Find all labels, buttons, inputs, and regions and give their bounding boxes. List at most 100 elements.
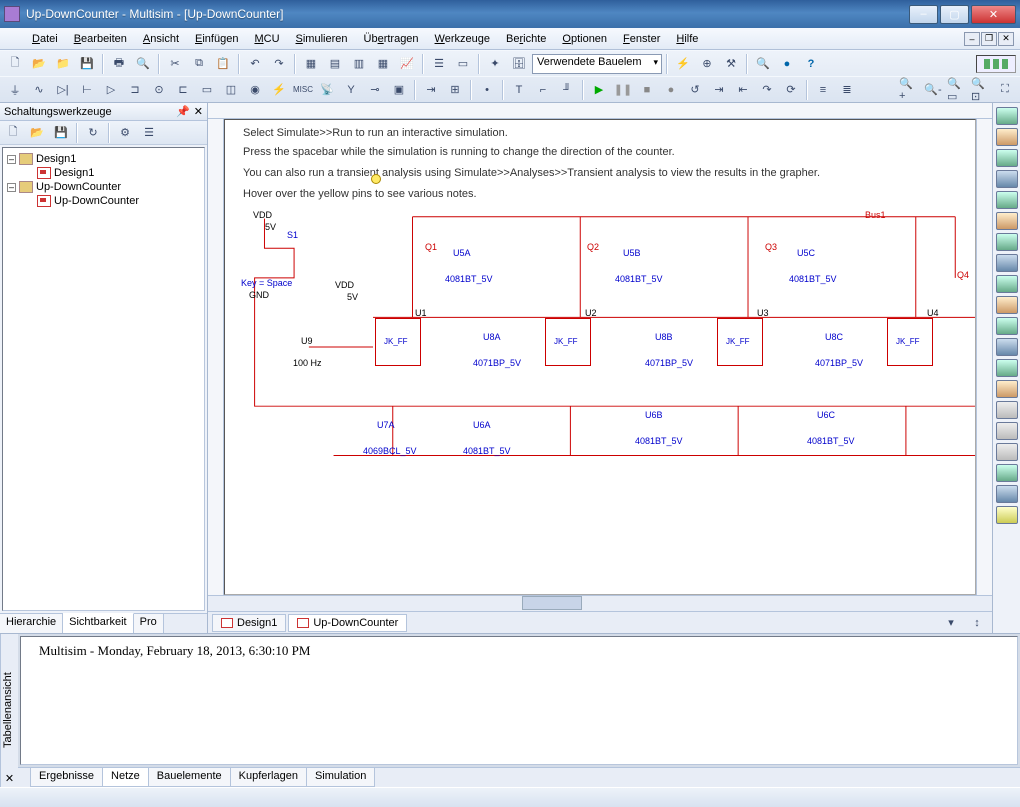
menu-berichte[interactable]: Berichte [498, 31, 554, 47]
menu-fenster[interactable]: Fenster [615, 31, 668, 47]
resistor-icon[interactable]: ∿ [28, 79, 50, 101]
open-folder-icon[interactable]: 📁 [52, 53, 74, 75]
align2-icon[interactable]: ≣ [836, 79, 858, 101]
power-icon[interactable]: ⚡ [268, 79, 290, 101]
close-button[interactable]: ✕ [971, 5, 1016, 24]
tab-netze[interactable]: Netze [102, 768, 149, 787]
tree-design1[interactable]: Design1 [36, 153, 76, 165]
doc-tab-updown[interactable]: Up-DownCounter [288, 614, 407, 632]
component-u4[interactable]: JK_FF [887, 318, 933, 366]
tab-kupferlagen[interactable]: Kupferlagen [230, 768, 307, 787]
step-back-icon[interactable]: ↺ [684, 79, 706, 101]
transistor-icon[interactable]: ⊢ [76, 79, 98, 101]
save2-icon[interactable]: 💾 [50, 122, 72, 144]
pause-icon[interactable]: ❚❚ [612, 79, 634, 101]
menu-datei[interactable]: Datei [24, 31, 66, 47]
instrument-agilent1[interactable] [996, 401, 1018, 419]
conn-icon[interactable]: ⊸ [364, 79, 386, 101]
mdi-minimize[interactable]: – [964, 32, 980, 46]
save-icon[interactable]: 💾 [76, 53, 98, 75]
tree-updown[interactable]: Up-DownCounter [36, 181, 121, 193]
opamp-icon[interactable]: ▷ [100, 79, 122, 101]
menu-hilfe[interactable]: Hilfe [668, 31, 706, 47]
layers-icon[interactable]: ▥ [348, 53, 370, 75]
component-combo[interactable]: Verwendete Bauelem [532, 54, 662, 74]
instrument-logic-conv[interactable] [996, 296, 1018, 314]
tab-bauelemente[interactable]: Bauelemente [148, 768, 231, 787]
redo-icon[interactable]: ↷ [268, 53, 290, 75]
rf-icon[interactable]: 📡 [316, 79, 338, 101]
antenna-icon[interactable]: Y [340, 79, 362, 101]
mixed-icon[interactable]: ◫ [220, 79, 242, 101]
menu-uebertragen[interactable]: Übertragen [356, 31, 427, 47]
list-icon[interactable]: ☰ [428, 53, 450, 75]
ground-icon[interactable]: ⏚ [4, 79, 26, 101]
instrument-spec[interactable] [996, 359, 1018, 377]
component-u2[interactable]: JK_FF [545, 318, 591, 366]
tab-pro[interactable]: Pro [134, 614, 164, 633]
menu-mcu[interactable]: MCU [246, 31, 287, 47]
run-icon[interactable]: ▶ [588, 79, 610, 101]
step3-icon[interactable]: ↷ [756, 79, 778, 101]
prop2-icon[interactable]: ☰ [138, 122, 160, 144]
chip-icon[interactable]: ▭ [452, 53, 474, 75]
scroll-thumb[interactable] [522, 596, 582, 610]
step2-icon[interactable]: ⇤ [732, 79, 754, 101]
tab-simulation[interactable]: Simulation [306, 768, 375, 787]
instrument-logic-analyzer[interactable] [996, 275, 1018, 293]
instrument-iv[interactable] [996, 317, 1018, 335]
instrument-freq[interactable] [996, 233, 1018, 251]
schematic-canvas[interactable]: Select Simulate>>Run to run an interacti… [224, 119, 976, 595]
sheet-icon[interactable]: ▤ [324, 53, 346, 75]
graph-icon[interactable]: 📈 [396, 53, 418, 75]
instrument-scope[interactable] [996, 170, 1018, 188]
mcu-icon[interactable]: ▣ [388, 79, 410, 101]
hier-icon[interactable]: ⊞ [444, 79, 466, 101]
new-icon[interactable]: 🗋 [4, 53, 26, 75]
instrument-net[interactable] [996, 380, 1018, 398]
instrument-current[interactable] [996, 506, 1018, 524]
fullscreen-icon[interactable]: ⛶ [994, 79, 1016, 101]
component-u1[interactable]: JK_FF [375, 318, 421, 366]
step4-icon[interactable]: ⟳ [780, 79, 802, 101]
tree-updown-doc[interactable]: Up-DownCounter [54, 195, 139, 207]
print-preview-icon[interactable]: 🔍 [132, 53, 154, 75]
instrument-agilent2[interactable] [996, 422, 1018, 440]
minimize-button[interactable]: – [909, 5, 938, 24]
zoom-in-icon[interactable]: 🔍+ [898, 79, 920, 101]
misc-icon[interactable]: MISC [292, 79, 314, 101]
mdi-restore[interactable]: ❐ [981, 32, 997, 46]
sidebar-close-icon[interactable]: ✕ [194, 105, 203, 118]
cmos-icon[interactable]: ⊏ [172, 79, 194, 101]
paste-icon[interactable]: 📋 [212, 53, 234, 75]
new-doc-icon[interactable]: 🗋 [2, 122, 24, 144]
copy-icon[interactable]: ⧉ [188, 53, 210, 75]
instrument-wordgen[interactable] [996, 254, 1018, 272]
probe-icon[interactable]: ⚡ [672, 53, 694, 75]
undo-icon[interactable]: ↶ [244, 53, 266, 75]
tree-design1-doc[interactable]: Design1 [54, 167, 94, 179]
text-icon[interactable]: T [508, 79, 530, 101]
doc-tab-design1[interactable]: Design1 [212, 614, 286, 632]
net-icon[interactable]: ╜ [556, 79, 578, 101]
design-tree[interactable]: – Design1 Design1 – Up-DownCounter Up-Do… [2, 147, 205, 611]
print-icon[interactable]: 🖶 [108, 53, 130, 75]
instrument-labview[interactable] [996, 464, 1018, 482]
record-icon[interactable]: ● [660, 79, 682, 101]
instrument-elvis[interactable] [996, 485, 1018, 503]
instrument-fgen[interactable] [996, 128, 1018, 146]
open-icon[interactable]: 📂 [28, 53, 50, 75]
mdi-close[interactable]: ✕ [998, 32, 1014, 46]
gate-icon[interactable]: ⊐ [124, 79, 146, 101]
zoom-fit-icon[interactable]: 🔍⊡ [970, 79, 992, 101]
tab-sichtbarkeit[interactable]: Sichtbarkeit [63, 613, 133, 633]
search-icon[interactable]: 🔍 [752, 53, 774, 75]
instrument-watt[interactable] [996, 149, 1018, 167]
bottom-close-icon[interactable]: ✕ [3, 772, 16, 785]
tool-icon[interactable]: ⚒ [720, 53, 742, 75]
source-icon[interactable]: ⊙ [148, 79, 170, 101]
cut-icon[interactable]: ✂ [164, 53, 186, 75]
maximize-button[interactable]: ▢ [940, 5, 969, 24]
menu-einfuegen[interactable]: Einfügen [187, 31, 246, 47]
scrollbar-vertical[interactable] [976, 119, 992, 595]
